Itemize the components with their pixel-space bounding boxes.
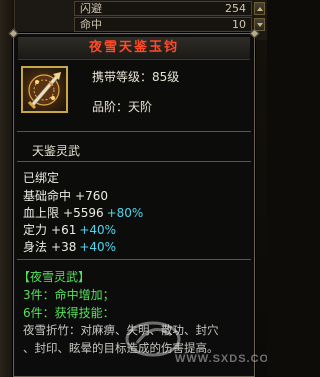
required-level: 携带等级：85级 <box>92 70 180 84</box>
stat-value: 10 <box>232 18 246 31</box>
stat-line: 基础命中 +760 <box>23 187 108 204</box>
stat-row-hit: 命中 10 <box>74 17 252 32</box>
item-tooltip: 夜雪天鉴玉钧 携带等级：85级 品阶：天阶 天鉴灵武 已绑定 基础命中 +760 … <box>8 28 260 377</box>
set-name: 【夜雪灵武】 <box>18 270 91 284</box>
stat-label: 基础命中 <box>23 189 72 203</box>
stat-percent-bonus: +80% <box>106 206 144 220</box>
stat-percent-bonus: +40% <box>79 223 117 237</box>
stat-value: +61 <box>51 223 77 237</box>
skill-description: 、封印、眩晕的目标造成的伤害提高。 <box>23 341 219 355</box>
item-grade: 品阶：天阶 <box>92 100 153 114</box>
stat-value: +760 <box>75 189 108 203</box>
bound-status: 已绑定 <box>23 171 60 185</box>
stat-line: 血上限 +5596 +80% <box>23 204 143 221</box>
increase-button[interactable] <box>254 2 265 15</box>
stat-label: 定力 <box>23 223 48 237</box>
game-scene: 闪避 254 命中 10 夜雪天鉴玉钧 携带等级：85级 品阶：天阶 天鉴灵武 … <box>0 0 267 377</box>
divider <box>17 259 251 260</box>
stat-value: 254 <box>225 2 246 15</box>
stat-label: 命中 <box>80 18 102 31</box>
item-type-name: 天鉴灵武 <box>32 144 81 158</box>
stat-value: +5596 <box>63 206 104 220</box>
item-icon-frame <box>21 66 68 113</box>
stat-line: 定力 +61 +40% <box>23 221 116 238</box>
stat-value: +38 <box>51 240 77 254</box>
item-title: 夜雪天鉴玉钧 <box>88 40 179 55</box>
stat-row-dodge: 闪避 254 <box>74 1 252 16</box>
stat-line: 身法 +38 +40% <box>23 238 116 255</box>
divider <box>17 161 251 162</box>
divider <box>17 131 251 132</box>
set-bonus-6: 6件：获得技能： <box>23 306 115 320</box>
set-bonus-3: 3件：命中增加； <box>23 288 115 302</box>
sword-emblem-icon <box>27 72 61 110</box>
tooltip-title-bar: 夜雪天鉴玉钧 <box>18 37 250 60</box>
stat-label: 血上限 <box>23 206 60 220</box>
stat-percent-bonus: +40% <box>79 240 117 254</box>
stat-label: 闪避 <box>80 2 102 15</box>
stat-label: 身法 <box>23 240 48 254</box>
skill-description: 夜雪折竹：对麻痹、失明、散功、封穴 <box>23 323 219 337</box>
